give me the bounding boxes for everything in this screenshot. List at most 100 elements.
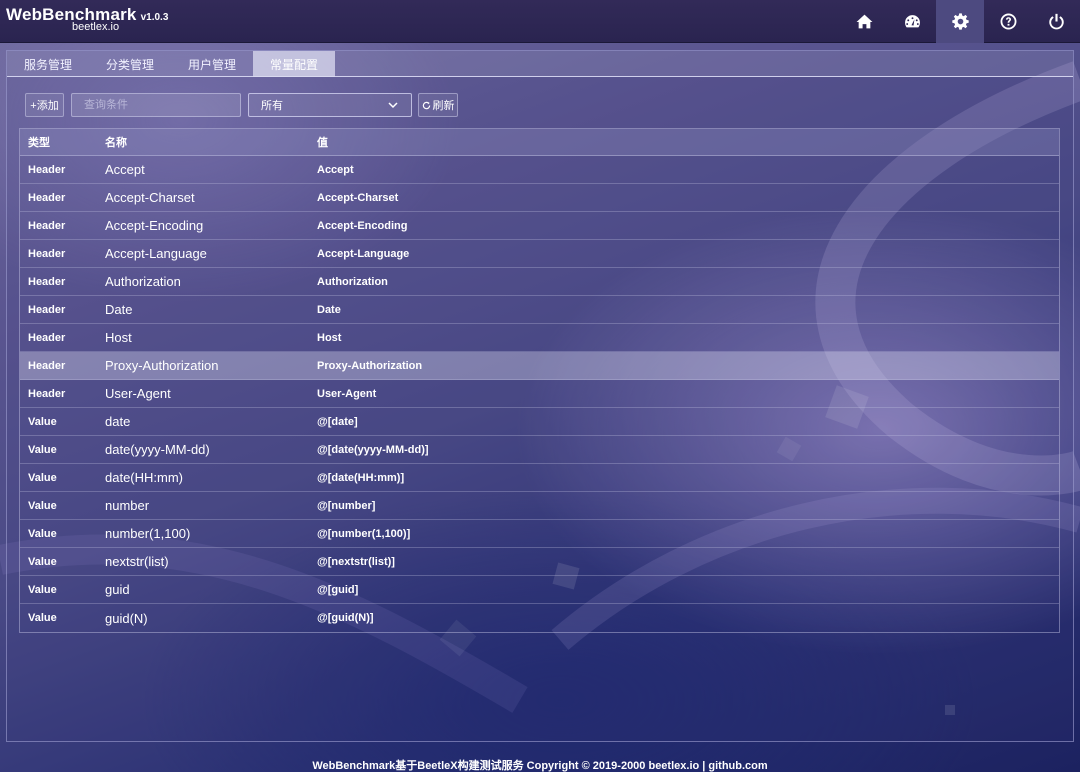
cell-type: Value (28, 415, 57, 428)
power-icon (1048, 13, 1064, 30)
cell-type: Value (28, 443, 57, 456)
cell-value: @[number] (317, 499, 376, 512)
cell-type: Header (28, 387, 66, 400)
cell-name: number (105, 498, 150, 513)
cell-value: @[number(1,100)] (317, 527, 411, 540)
home-icon (856, 14, 872, 29)
footer: WebBenchmark基于BeetleX构建测试服务 Copyright © … (312, 760, 768, 772)
cell-name: Accept-Encoding (105, 218, 204, 233)
nav-dashboard[interactable] (888, 0, 936, 43)
cell-type: Header (28, 191, 66, 204)
table-row[interactable]: Value number(1,100) @[number(1,100)] (20, 520, 1059, 548)
cell-value: @[date(yyyy-MM-dd)] (317, 443, 429, 456)
type-filter-value: 所有 (261, 100, 283, 112)
constants-table: 类型 名称 值 Header Accept Accept Header Accept-… (19, 128, 1060, 633)
cell-type: Header (28, 303, 66, 316)
cell-name: date (105, 414, 131, 429)
table-row[interactable]: Header Accept-Encoding Accept-Encoding (20, 212, 1059, 240)
table-row[interactable]: Value date @[date] (20, 408, 1059, 436)
cell-type: Value (28, 555, 57, 568)
cell-name: Accept (105, 162, 145, 177)
cell-value: Authorization (317, 275, 388, 288)
cell-name: Accept-Charset (105, 190, 195, 205)
refresh-icon (422, 101, 430, 109)
nav-home[interactable] (840, 0, 888, 43)
table-row-selected[interactable]: Header Proxy-Authorization Proxy-Authoriza… (20, 352, 1059, 380)
top-bar: WebBenchmark v1.0.3 beetlex.io (0, 0, 1080, 43)
type-filter-select[interactable]: 所有 (248, 93, 412, 117)
cell-type: Value (28, 583, 57, 596)
table-row[interactable]: Value number @[number] (20, 492, 1059, 520)
nav-logout[interactable] (1032, 0, 1080, 43)
table-row[interactable]: Value guid @[guid] (20, 576, 1059, 604)
tab-service-management[interactable]: 服务管理 (7, 51, 89, 77)
cell-name: number(1,100) (105, 526, 191, 541)
cell-name: Host (105, 330, 132, 345)
table-row[interactable]: Value date(yyyy-MM-dd) @[date(yyyy-MM-dd)] (20, 436, 1059, 464)
cell-type: Header (28, 247, 66, 260)
dashboard-icon (904, 15, 920, 28)
tab-bar: 服务管理 分类管理 用户管理 常量配置 (7, 51, 1073, 77)
cell-type: Header (28, 331, 66, 344)
search-input[interactable] (71, 93, 241, 117)
cell-value: Date (317, 303, 341, 316)
table-row[interactable]: Header Accept-Language Accept-Language (20, 240, 1059, 268)
app-version: v1.0.3 (140, 12, 169, 23)
add-button[interactable]: +添加 (25, 93, 64, 117)
cell-type: Value (28, 612, 57, 624)
cell-value: @[guid] (317, 583, 359, 596)
cell-value: @[date] (317, 415, 358, 428)
cell-type: Value (28, 471, 57, 484)
cell-name: Accept-Language (105, 246, 207, 261)
cell-name: Authorization (105, 274, 181, 289)
cell-name: date(HH:mm) (105, 470, 184, 485)
cell-name: Date (105, 302, 133, 317)
cell-value: Accept-Charset (317, 191, 399, 204)
nav-icons (840, 0, 1080, 43)
app-subtitle: beetlex.io (72, 21, 120, 33)
cell-name: guid(N) (105, 610, 148, 626)
table-row[interactable]: Value guid(N) @[guid(N)] (20, 604, 1059, 632)
table-row[interactable]: Header Accept Accept (20, 156, 1059, 184)
cell-value: @[date(HH:mm)] (317, 471, 405, 484)
column-header-type: 类型 (28, 137, 50, 149)
table-row[interactable]: Value nextstr(list) @[nextstr(list)] (20, 548, 1059, 576)
table-row[interactable]: Header Authorization Authorization (20, 268, 1059, 296)
table-header: 类型 名称 值 (20, 129, 1059, 156)
help-icon (1000, 13, 1016, 30)
column-header-name: 名称 (105, 137, 127, 149)
cell-name: nextstr(list) (105, 554, 169, 569)
table-row[interactable]: Header Accept-Charset Accept-Charset (20, 184, 1059, 212)
chevron-down-icon (388, 102, 398, 109)
table-row[interactable]: Header Date Date (20, 296, 1059, 324)
main-panel: 服务管理 分类管理 用户管理 常量配置 +添加 所有 刷新 类型 名称 值 He… (6, 50, 1074, 742)
nav-help[interactable] (984, 0, 1032, 43)
cell-value: Accept-Language (317, 247, 410, 260)
table-row[interactable]: Value date(HH:mm) @[date(HH:mm)] (20, 464, 1059, 492)
cell-value: @[nextstr(list)] (317, 555, 395, 568)
tab-category-management[interactable]: 分类管理 (89, 51, 171, 77)
cell-name: Proxy-Authorization (105, 358, 219, 373)
refresh-label: 刷新 (432, 100, 455, 112)
cell-value: Proxy-Authorization (317, 359, 423, 372)
settings-icon (951, 13, 969, 30)
cell-name: date(yyyy-MM-dd) (105, 442, 210, 457)
nav-settings[interactable] (936, 0, 984, 43)
cell-value: @[guid(N)] (317, 612, 374, 624)
cell-name: User-Agent (105, 386, 171, 401)
cell-value: Accept (317, 163, 354, 176)
cell-type: Header (28, 275, 66, 288)
cell-value: User-Agent (317, 387, 377, 400)
column-header-value: 值 (317, 137, 328, 149)
table-row[interactable]: Header Host Host (20, 324, 1059, 352)
table-row[interactable]: Header User-Agent User-Agent (20, 380, 1059, 408)
cell-value: Host (317, 331, 342, 344)
refresh-button[interactable]: 刷新 (418, 93, 458, 117)
cell-type: Value (28, 499, 57, 512)
tab-user-management[interactable]: 用户管理 (171, 51, 253, 77)
cell-type: Value (28, 527, 57, 540)
cell-type: Header (28, 359, 66, 372)
cell-value: Accept-Encoding (317, 219, 408, 232)
tab-constant-config[interactable]: 常量配置 (253, 51, 335, 77)
cell-name: guid (105, 582, 130, 597)
